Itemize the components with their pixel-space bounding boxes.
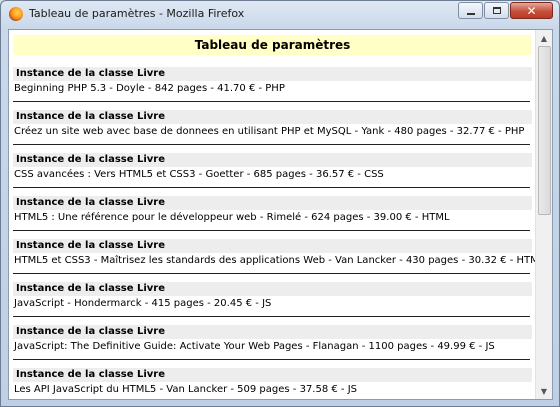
record-text: HTML5 : Une référence pour le développeu…: [14, 212, 450, 223]
record-item: Instance de la classe Livre HTML5 : Une …: [13, 196, 532, 231]
record-title: Instance de la classe Livre: [13, 282, 532, 296]
record-item: Instance de la classe Livre Créez un sit…: [13, 110, 532, 145]
record-item: Instance de la classe Livre JavaScript: …: [13, 325, 532, 360]
record-text: Beginning PHP 5.3 - Doyle - 842 pages - …: [14, 83, 285, 94]
record-divider: [13, 101, 530, 102]
record-title: Instance de la classe Livre: [13, 325, 532, 339]
firefox-icon[interactable]: [9, 7, 23, 21]
record-item: Instance de la classe Livre HTML5 et CSS…: [13, 239, 536, 274]
page-viewport[interactable]: Tableau de paramètres Instance de la cla…: [8, 29, 553, 400]
record-text: HTML5 et CSS3 - Maîtrisez les standards …: [14, 255, 536, 266]
vertical-scrollbar[interactable]: ▲ ▼: [535, 30, 552, 399]
record-divider: [13, 230, 530, 231]
record-divider: [13, 359, 530, 360]
maximize-button[interactable]: [484, 2, 509, 19]
record-item: Instance de la classe Livre JavaScript -…: [13, 282, 532, 317]
window-title: Tableau de paramètres - Mozilla Firefox: [29, 7, 245, 20]
minimize-icon: [466, 12, 475, 15]
record-divider: [13, 144, 530, 145]
record-divider: [13, 273, 530, 274]
record-title: Instance de la classe Livre: [13, 67, 532, 81]
record-text: Les API JavaScript du HTML5 - Van Lancke…: [14, 384, 358, 395]
record-divider: [13, 316, 530, 317]
record-divider: [13, 187, 530, 188]
minimize-button[interactable]: [458, 2, 483, 19]
close-button[interactable]: ✕: [510, 2, 553, 19]
record-text: JavaScript: The Definitive Guide: Activa…: [14, 341, 495, 352]
record-title: Instance de la classe Livre: [13, 196, 532, 210]
title-bar[interactable]: Tableau de paramètres - Mozilla Firefox …: [1, 1, 559, 28]
maximize-icon: [492, 7, 501, 14]
record-title: Instance de la classe Livre: [13, 368, 532, 382]
page-header: Tableau de paramètres: [13, 35, 532, 55]
record-title: Instance de la classe Livre: [13, 153, 532, 167]
scroll-down-arrow-icon[interactable]: ▼: [536, 383, 552, 399]
record-item: Instance de la classe Livre Beginning PH…: [13, 67, 532, 102]
window-controls: ✕: [458, 2, 553, 19]
record-text: CSS avancées : Vers HTML5 et CSS3 - Goet…: [14, 169, 384, 180]
record-title: Instance de la classe Livre: [13, 110, 532, 124]
record-title: Instance de la classe Livre: [13, 239, 532, 253]
close-icon: ✕: [526, 3, 537, 18]
record-item: Instance de la classe Livre CSS avancées…: [13, 153, 532, 188]
scroll-up-arrow-icon[interactable]: ▲: [536, 30, 552, 46]
record-text: Créez un site web avec base de donnees e…: [14, 126, 525, 137]
record-text: JavaScript - Hondermarck - 415 pages - 2…: [14, 298, 272, 309]
record-item: Instance de la classe Livre Les API Java…: [13, 368, 532, 399]
page-content: Tableau de paramètres Instance de la cla…: [9, 30, 536, 399]
scrollbar-thumb[interactable]: [538, 46, 551, 215]
browser-window: Tableau de paramètres - Mozilla Firefox …: [0, 0, 560, 407]
